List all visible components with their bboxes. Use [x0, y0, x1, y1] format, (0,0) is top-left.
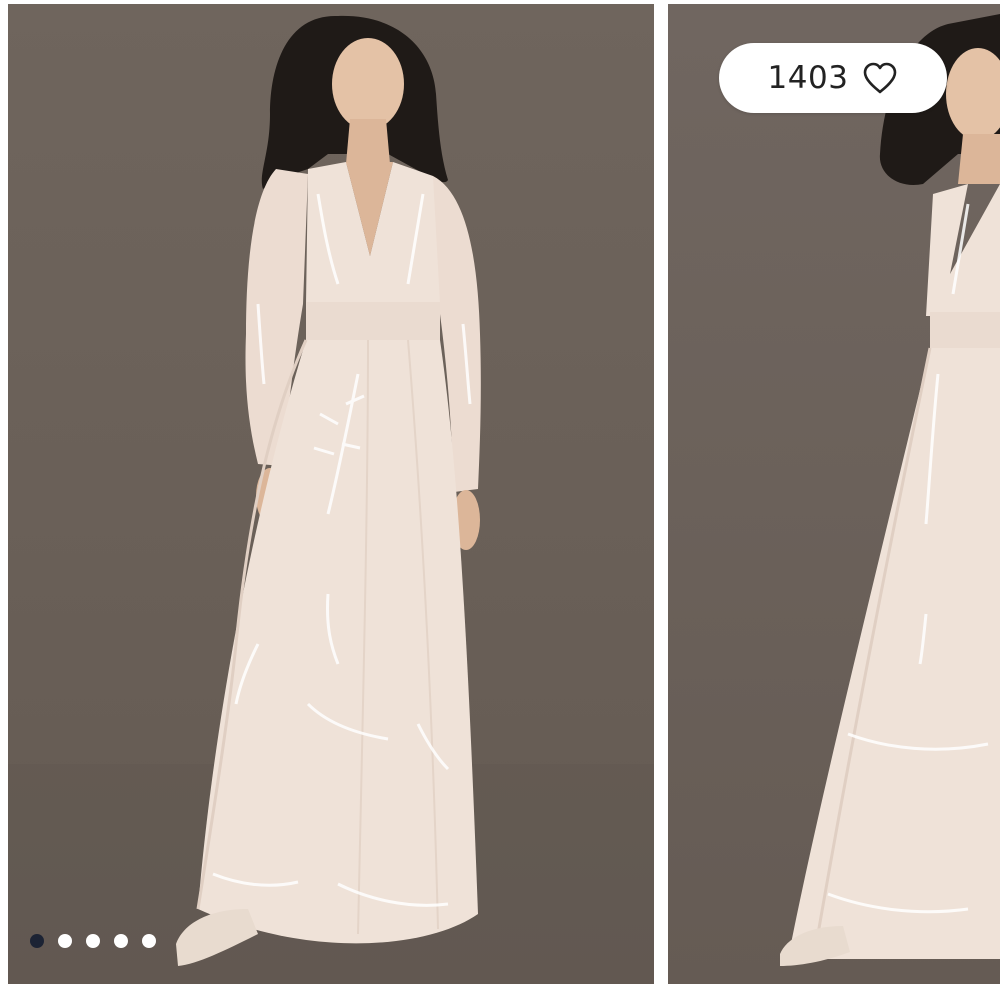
product-image-gallery: 1403 — [0, 0, 1000, 1000]
carousel-dot-5[interactable] — [142, 934, 156, 948]
carousel-dot-3[interactable] — [86, 934, 100, 948]
carousel-pagination — [30, 934, 156, 948]
model-illustration-front — [8, 15, 654, 984]
like-count: 1403 — [767, 60, 849, 96]
product-photo-main[interactable] — [8, 4, 654, 984]
like-button[interactable]: 1403 — [719, 43, 947, 113]
carousel-dot-4[interactable] — [114, 934, 128, 948]
carousel-dot-1[interactable] — [30, 934, 44, 948]
product-photo-next[interactable] — [668, 4, 1000, 984]
model-illustration-side — [780, 14, 1000, 966]
carousel-dot-2[interactable] — [58, 934, 72, 948]
heart-icon — [862, 62, 898, 94]
